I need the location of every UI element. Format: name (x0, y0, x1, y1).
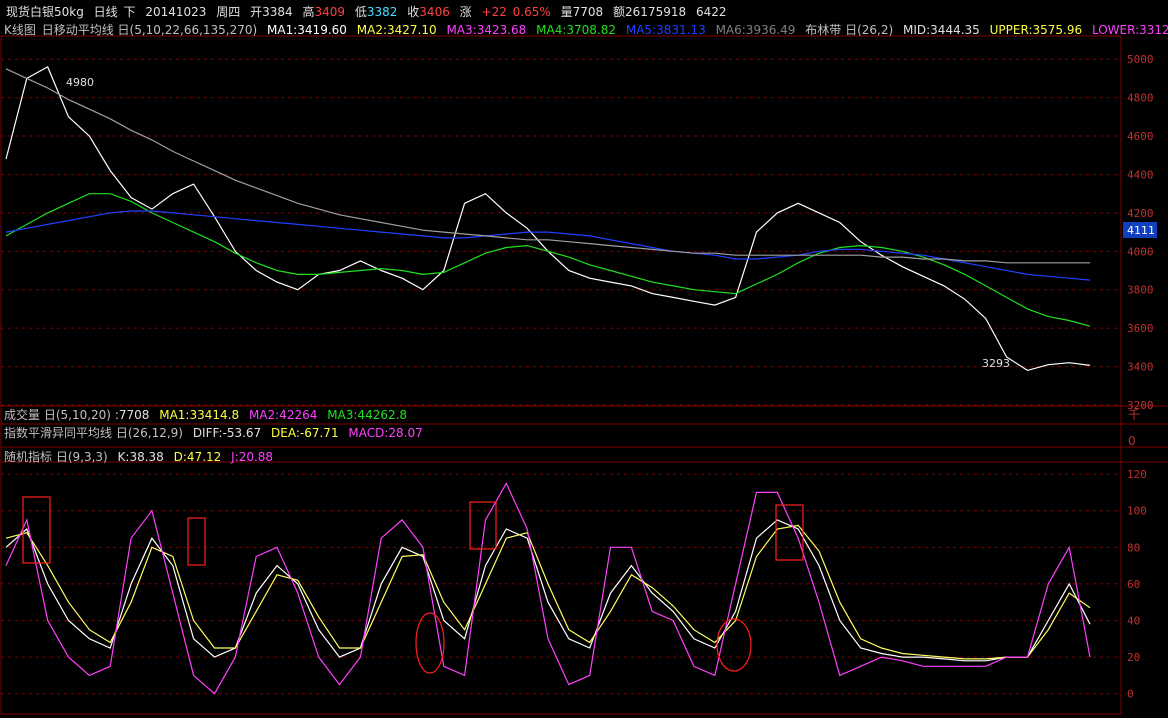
signal-box-3 (775, 504, 804, 561)
macd-value: MACD:28.07 (348, 426, 423, 440)
peak-annotation: 4980 (66, 76, 94, 89)
series-line-MA4 (5, 193, 1091, 327)
price-tick-7: 3600 (1127, 322, 1154, 335)
ma6-value: MA6:3936.49 (715, 23, 796, 37)
open-label: 开 (250, 5, 263, 19)
kdj-legend: 随机指标 日(9,3,3) K:38.38 D:47.12 J:20.88 (4, 450, 279, 464)
change-value: +22 (481, 5, 507, 19)
low-value: 3382 (366, 5, 398, 19)
kdj-j: J:20.88 (231, 450, 274, 464)
quote-header: 现货白银50kg 日线 下 20141023 周四 开3384 高3409 低3… (6, 5, 732, 19)
boll-title: 布林带 日(26,2) (805, 23, 894, 37)
grid-lines (0, 35, 1168, 715)
macd-axis-label: 0 (1128, 434, 1136, 448)
kdj-d: D:47.12 (173, 450, 222, 464)
series-line-MA5 (5, 210, 1091, 281)
weekday-label: 周四 (216, 5, 241, 19)
kdj-tick-5: 20 (1127, 651, 1140, 664)
period-label: 日线 (93, 5, 118, 19)
kdj-tick-4: 40 (1127, 615, 1140, 628)
extra-value: 6422 (695, 5, 727, 19)
price-tick-8: 3400 (1127, 361, 1154, 374)
volume-label: 量 (560, 5, 573, 19)
price-tick-3: 4400 (1127, 168, 1154, 181)
ma-title: 日移动平均线 日(5,10,22,66,135,270) (41, 23, 258, 37)
macd-title: 指数平滑异同平均线 日(26,12,9) (4, 426, 183, 440)
volume-ma1: MA1:33414.8 (159, 408, 240, 422)
open-value: 3384 (262, 5, 293, 19)
change-pct: 0.65% (512, 5, 551, 19)
macd-dea: DEA:-67.71 (271, 426, 339, 440)
kdj-tick-6: 0 (1127, 688, 1134, 701)
kline-label: K线图 (4, 23, 36, 37)
ma1-value: MA1:3419.60 (267, 23, 347, 37)
series-line-收盘价 (5, 66, 1091, 372)
high-label: 高 (302, 5, 315, 19)
ma4-value: MA4:3708.82 (536, 23, 617, 37)
upper-value: UPPER:3575.96 (989, 23, 1083, 37)
volume-legend: 成交量 日(5,10,20) :7708 MA1:33414.8 MA2:422… (4, 408, 413, 422)
ma2-value: MA2:3427.10 (356, 23, 437, 37)
change-label: 涨 (459, 5, 472, 19)
kdj-k: K:38.38 (117, 450, 164, 464)
chart-canvas: 5000480046004400420040003800360034003200… (0, 35, 1168, 715)
date-label: 20141023 (145, 5, 207, 19)
kdj-axis: 120 100 80 60 40 20 0 (1127, 468, 1147, 701)
volume-current: :7708 (114, 408, 150, 422)
ma3-value: MA3:3423.68 (446, 23, 527, 37)
volume-ma3: MA3:44262.8 (327, 408, 408, 422)
close-label: 收 (407, 5, 420, 19)
price-tick-0: 5000 (1127, 53, 1154, 66)
low-label: 低 (354, 5, 367, 19)
volume-axis-label: 千 (1128, 408, 1141, 422)
price-tick-4: 4200 (1127, 207, 1154, 220)
price-tick-1: 4800 (1127, 92, 1154, 105)
kdj-tick-3: 60 (1127, 578, 1140, 591)
kdj-line-J (5, 481, 1091, 695)
price-axis: 5000480046004400420040003800360034003200… (1123, 53, 1157, 412)
instrument-name: 现货白银50kg (6, 5, 84, 19)
indicator-legend: K线图 日移动平均线 日(5,10,22,66,135,270) MA1:341… (4, 23, 1168, 37)
ma5-value: MA5:3831.13 (625, 23, 706, 37)
signal-box-1 (187, 517, 206, 566)
close-value: 3406 (419, 5, 450, 19)
amount-label: 额 (613, 5, 626, 19)
volume-ma2: MA2:42264 (248, 408, 318, 422)
kdj-title: 随机指标 日(9,3,3) (4, 450, 108, 464)
direction-label: 下 (123, 5, 136, 19)
price-tick-2: 4600 (1127, 130, 1154, 143)
price-series (5, 66, 1091, 372)
kdj-series (5, 481, 1091, 695)
kdj-tick-0: 120 (1127, 468, 1147, 481)
last-price-tag: 4111 (1127, 224, 1155, 237)
amount-value: 26175918 (625, 5, 687, 19)
price-tick-5: 4000 (1127, 245, 1154, 258)
macd-legend: 指数平滑异同平均线 日(26,12,9) DIFF:-53.67 DEA:-67… (4, 426, 429, 440)
trough-annotation: 3293 (982, 357, 1010, 370)
lower-value: LOWER:3312.73 (1091, 23, 1168, 37)
high-value: 3409 (314, 5, 346, 19)
kdj-tick-1: 100 (1127, 505, 1147, 518)
macd-diff: DIFF:-53.67 (192, 426, 262, 440)
mid-value: MID:3444.35 (903, 23, 980, 37)
volume-title: 成交量 日(5,10,20) (4, 408, 111, 422)
volume-value: 7708 (572, 5, 604, 19)
price-tick-6: 3800 (1127, 284, 1154, 297)
kdj-tick-2: 80 (1127, 541, 1140, 554)
